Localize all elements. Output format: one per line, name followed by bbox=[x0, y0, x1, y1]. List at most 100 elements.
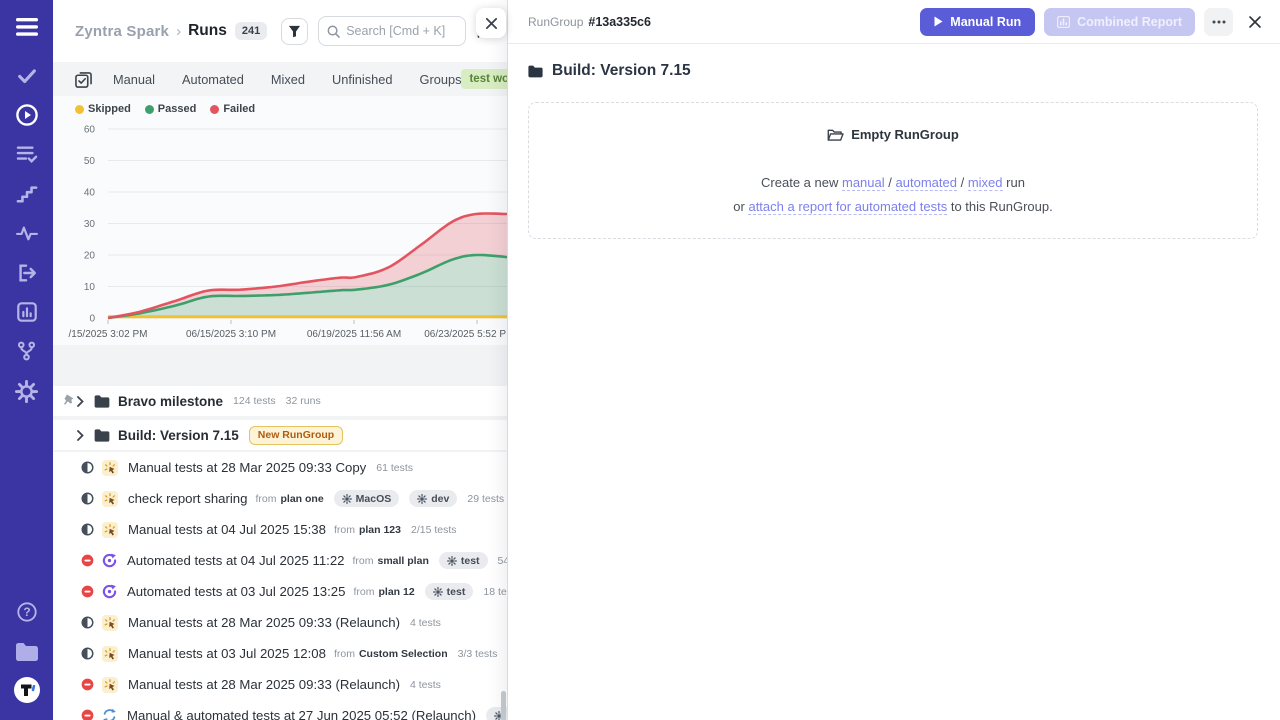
runs-chart: SkippedPassedFailed 0102030405060/15/202… bbox=[53, 96, 507, 345]
create-automated-link[interactable]: automated bbox=[896, 175, 957, 191]
svg-text:/15/2025 3:02 PM: /15/2025 3:02 PM bbox=[69, 329, 148, 340]
search-icon bbox=[327, 25, 340, 38]
rungroup-name: Bravo milestone bbox=[118, 394, 223, 409]
run-title: Automated tests at 03 Jul 2025 13:25 bbox=[127, 584, 345, 599]
create-mixed-link[interactable]: mixed bbox=[968, 175, 1003, 191]
runs-play-icon[interactable] bbox=[0, 100, 53, 130]
automated-run-icon bbox=[102, 553, 117, 568]
status-failed-icon bbox=[81, 678, 94, 691]
svg-text:06/15/2025 3:10 PM: 06/15/2025 3:10 PM bbox=[186, 329, 276, 340]
gear-icon bbox=[433, 587, 443, 597]
settings-gear-icon[interactable] bbox=[0, 376, 53, 406]
detail-title: Build: Version 7.15 bbox=[508, 44, 1280, 80]
tests-check-icon[interactable] bbox=[0, 61, 53, 91]
create-manual-link[interactable]: manual bbox=[842, 175, 885, 191]
menu-icon[interactable] bbox=[0, 12, 53, 42]
projects-folder-icon[interactable] bbox=[0, 637, 53, 667]
active-filter-chip[interactable]: test work bbox=[461, 69, 508, 89]
run-from-label: from bbox=[334, 648, 355, 660]
status-failed-icon bbox=[81, 709, 94, 720]
rungroup-meta: 124 tests bbox=[233, 395, 276, 407]
run-title: Manual & automated tests at 27 Jun 2025 … bbox=[127, 708, 476, 720]
activity-pulse-icon[interactable] bbox=[0, 218, 53, 248]
svg-text:20: 20 bbox=[84, 251, 96, 262]
runs-tabs-row: Manual Automated Mixed Unfinished Groups tes… bbox=[53, 62, 507, 96]
open-folder-icon bbox=[827, 128, 844, 142]
run-tag[interactable]: dev bbox=[409, 490, 457, 507]
run-tests-count: 61 tests bbox=[376, 462, 413, 474]
runs-panel: Zyntra Spark › Runs 241 ManualAutomatedM… bbox=[53, 0, 508, 720]
tab-automated[interactable]: Automated bbox=[182, 72, 244, 87]
run-tag[interactable]: MacOS bbox=[334, 490, 400, 507]
attach-report-link[interactable]: attach a report for automated tests bbox=[748, 199, 947, 215]
gear-icon bbox=[417, 494, 427, 504]
rungroup-row-bravo[interactable]: Bravo milestone124 tests32 runs bbox=[53, 386, 507, 416]
run-row[interactable]: Automated tests at 04 Jul 2025 11:22 from… bbox=[53, 545, 507, 576]
reports-chart-icon[interactable] bbox=[0, 297, 53, 327]
automated-run-icon bbox=[102, 584, 117, 599]
run-tag[interactable]: test bbox=[439, 552, 488, 569]
select-all-icon[interactable] bbox=[75, 71, 92, 88]
branches-fork-icon[interactable] bbox=[0, 336, 53, 366]
run-title: Manual tests at 28 Mar 2025 09:33 (Relau… bbox=[128, 677, 400, 692]
run-plan-name: Custom Selection bbox=[359, 648, 448, 660]
run-tests-count: 3/3 tests bbox=[458, 648, 498, 660]
legend-passed: Passed bbox=[145, 103, 197, 115]
run-title: Automated tests at 04 Jul 2025 11:22 bbox=[127, 553, 345, 568]
svg-text:?: ? bbox=[23, 605, 30, 619]
breadcrumb-project[interactable]: Zyntra Spark bbox=[75, 23, 169, 40]
manual-run-button[interactable]: Manual Run bbox=[920, 8, 1035, 36]
run-tag[interactable]: test bbox=[425, 583, 474, 600]
tab-manual[interactable]: Manual bbox=[113, 72, 155, 87]
sign-in-icon[interactable] bbox=[0, 258, 53, 288]
run-tests-count: 4 tests bbox=[410, 617, 441, 629]
run-title: Manual tests at 03 Jul 2025 12:08 bbox=[128, 646, 326, 661]
run-title: check report sharing bbox=[128, 491, 247, 506]
filter-button[interactable] bbox=[281, 18, 308, 45]
tab-groups[interactable]: Groups bbox=[420, 72, 462, 87]
app-sidebar: ? bbox=[0, 0, 53, 720]
run-row[interactable]: Manual & automated tests at 27 Jun 2025 … bbox=[53, 700, 507, 720]
combined-report-button[interactable]: Combined Report bbox=[1044, 8, 1195, 36]
scrollbar-thumb[interactable] bbox=[501, 691, 506, 720]
runs-list-region: Bravo milestone124 tests32 runs Build: V… bbox=[53, 345, 507, 720]
svg-text:30: 30 bbox=[84, 219, 96, 230]
runs-count-badge: 241 bbox=[235, 22, 267, 40]
close-detail-button[interactable] bbox=[1248, 15, 1262, 29]
help-icon[interactable]: ? bbox=[0, 597, 53, 627]
search-box[interactable] bbox=[318, 16, 466, 46]
detail-header: RunGroup #13a335c6 Manual Run Combined R… bbox=[508, 0, 1280, 44]
plans-list-check-icon[interactable] bbox=[0, 139, 53, 169]
area-chart: 0102030405060/15/2025 3:02 PM06/15/2025 … bbox=[53, 121, 508, 343]
run-title: Manual tests at 04 Jul 2025 15:38 bbox=[128, 522, 326, 537]
more-actions-button[interactable] bbox=[1204, 8, 1233, 36]
run-from-label: from bbox=[353, 555, 374, 567]
rungroup-detail-panel: RunGroup #13a335c6 Manual Run Combined R… bbox=[508, 0, 1280, 720]
run-tests-count: 54 tests bbox=[498, 555, 507, 567]
status-in-progress-icon bbox=[81, 616, 94, 629]
app-logo[interactable] bbox=[0, 675, 53, 705]
run-row[interactable]: Automated tests at 03 Jul 2025 13:25from… bbox=[53, 576, 507, 607]
folder-icon bbox=[94, 429, 110, 442]
run-row[interactable]: check report sharingfromplan oneMacOSdev… bbox=[53, 483, 507, 514]
run-row[interactable]: Manual tests at 04 Jul 2025 15:38frompla… bbox=[53, 514, 507, 545]
milestones-stairs-icon[interactable] bbox=[0, 179, 53, 209]
breadcrumb-separator: › bbox=[176, 23, 181, 40]
panel-close-button[interactable] bbox=[476, 8, 506, 38]
run-row[interactable]: Manual tests at 03 Jul 2025 12:08 from Cus… bbox=[53, 638, 507, 669]
run-row[interactable]: Manual tests at 28 Mar 2025 09:33 Copy61… bbox=[53, 452, 507, 483]
tab-unfinished[interactable]: Unfinished bbox=[332, 72, 392, 87]
empty-heading: Empty RunGroup bbox=[851, 127, 959, 142]
run-row[interactable]: Manual tests at 28 Mar 2025 09:33 (Relau… bbox=[53, 669, 507, 700]
tab-mixed[interactable]: Mixed bbox=[271, 72, 305, 87]
run-row[interactable]: Manual tests at 28 Mar 2025 09:33 (Relau… bbox=[53, 607, 507, 638]
svg-text:06/23/2025 5:52 P: 06/23/2025 5:52 P bbox=[424, 329, 506, 340]
svg-text:40: 40 bbox=[84, 188, 96, 199]
manual-run-icon bbox=[102, 677, 118, 693]
run-from-label: from bbox=[334, 524, 355, 536]
rungroup-row-build[interactable]: Build: Version 7.15New RunGroup bbox=[53, 420, 507, 450]
manual-run-icon bbox=[102, 646, 118, 662]
run-tests-count: 29 tests bbox=[467, 493, 504, 505]
search-input[interactable] bbox=[346, 24, 464, 38]
svg-text:10: 10 bbox=[84, 282, 96, 293]
